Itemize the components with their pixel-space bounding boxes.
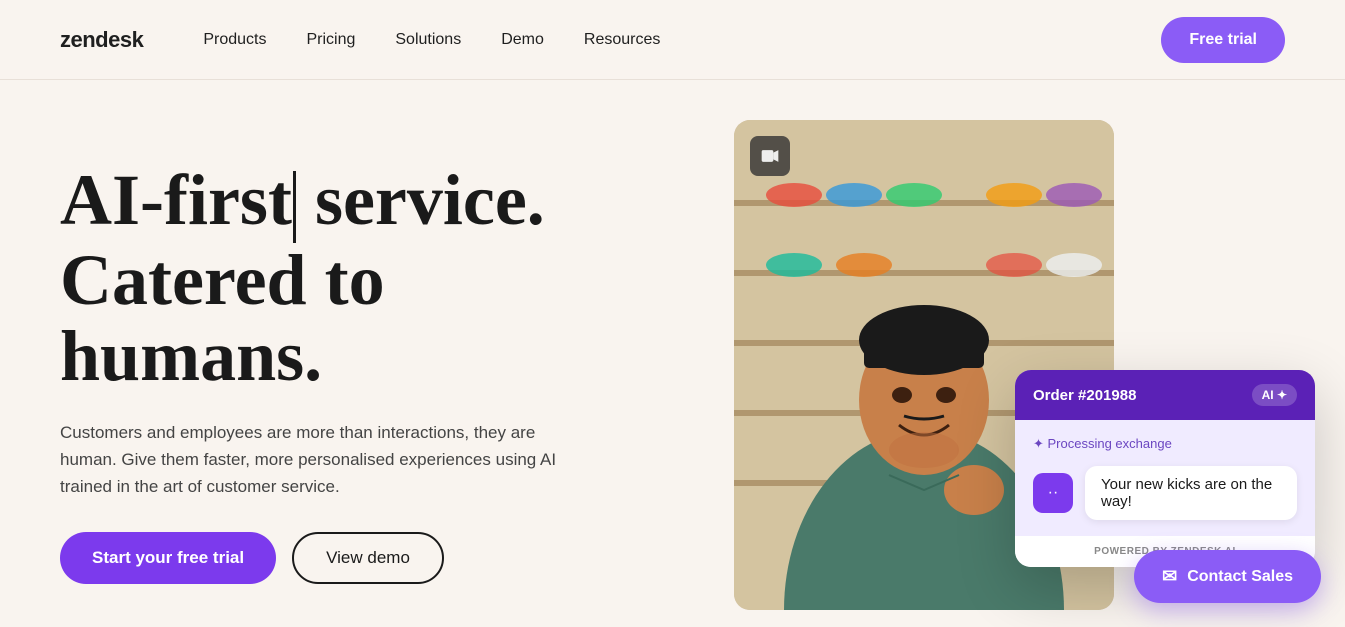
hero-section: AI-first service. Catered to humans. Cus…	[0, 80, 1345, 627]
order-card-header: Order #201988 AI ✦	[1015, 370, 1315, 420]
mail-icon: ✉	[1162, 566, 1177, 587]
nav-demo[interactable]: Demo	[501, 31, 544, 48]
start-trial-button[interactable]: Start your free trial	[60, 532, 276, 584]
hero-description: Customers and employees are more than in…	[60, 419, 560, 501]
hero-title: AI-first service. Catered to humans.	[60, 163, 694, 395]
contact-sales-label: Contact Sales	[1187, 568, 1293, 586]
message-bubble: Your new kicks are on the way!	[1085, 466, 1297, 520]
order-card: Order #201988 AI ✦ ✦ Processing exchange…	[1015, 370, 1315, 567]
cursor-line	[293, 171, 296, 243]
order-card-body: ✦ Processing exchange ·· Your new kicks …	[1015, 420, 1315, 536]
message-avatar: ··	[1033, 473, 1073, 513]
nav-solutions[interactable]: Solutions	[395, 31, 461, 48]
free-trial-button[interactable]: Free trial	[1161, 17, 1285, 63]
order-number: Order #201988	[1033, 387, 1136, 404]
contact-sales-button[interactable]: ✉ Contact Sales	[1134, 550, 1321, 603]
view-demo-button[interactable]: View demo	[292, 532, 444, 584]
nav-pricing[interactable]: Pricing	[306, 31, 355, 48]
nav-products[interactable]: Products	[203, 31, 266, 48]
video-icon[interactable]	[750, 136, 790, 176]
nav-links: Products Pricing Solutions Demo Resource…	[203, 31, 1161, 49]
processing-text: ✦ Processing exchange	[1033, 436, 1297, 452]
nav-resources[interactable]: Resources	[584, 31, 660, 48]
navbar: zendesk Products Pricing Solutions Demo …	[0, 0, 1345, 80]
ai-badge: AI ✦	[1252, 384, 1297, 406]
hero-buttons: Start your free trial View demo	[60, 532, 694, 584]
hero-left: AI-first service. Catered to humans. Cus…	[60, 163, 734, 584]
message-row: ·· Your new kicks are on the way!	[1033, 466, 1297, 520]
brand-logo[interactable]: zendesk	[60, 27, 143, 53]
